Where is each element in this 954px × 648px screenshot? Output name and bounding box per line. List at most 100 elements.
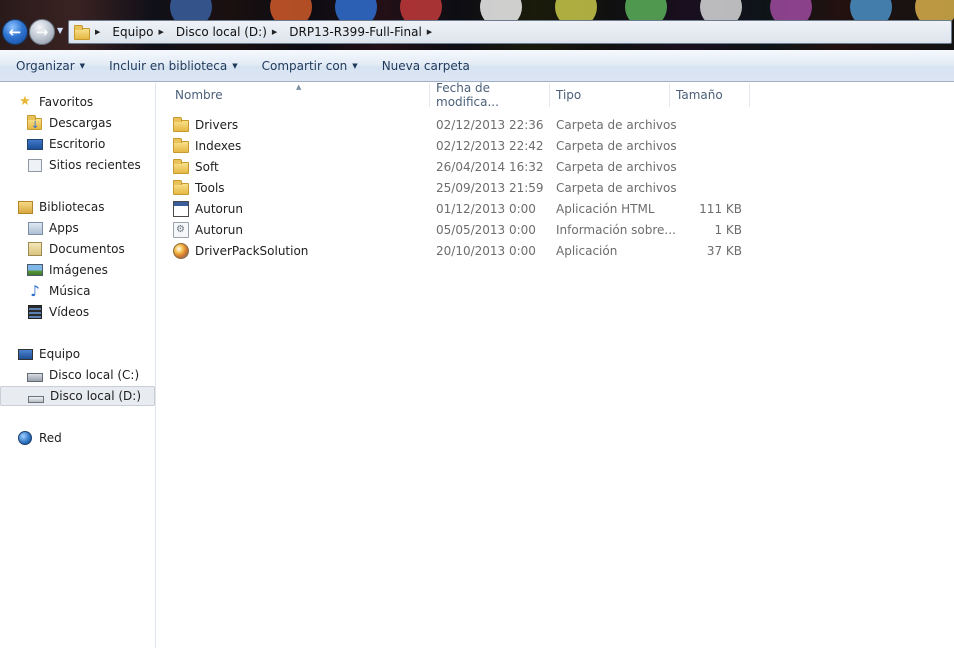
file-row-tools[interactable]: Tools 25/09/2013 21:59 Carpeta de archiv… [173, 177, 753, 198]
chevron-right-icon[interactable]: ▶ [95, 28, 100, 36]
libraries-icon [16, 199, 34, 215]
downloads-icon: ↓ [26, 115, 44, 131]
star-icon: ★ [19, 94, 31, 109]
column-header-name[interactable]: Nombre [169, 83, 430, 107]
chevron-down-icon: ▼ [232, 61, 238, 70]
chevron-right-icon[interactable]: ▶ [159, 28, 164, 36]
file-type: Carpeta de archivos [556, 180, 677, 195]
file-list: ▲ Nombre Fecha de modifica... Tipo Tamañ… [157, 81, 954, 648]
folder-icon [173, 159, 189, 174]
drive-icon [27, 388, 45, 404]
file-name: DriverPackSolution [195, 243, 309, 258]
network-icon [16, 430, 34, 446]
chevron-down-icon: ▼ [79, 61, 86, 70]
system-drive-icon [26, 367, 44, 383]
nav-network[interactable]: Red [16, 428, 62, 448]
file-row-autorun-inf[interactable]: Autorun 05/05/2013 0:00 Información sobr… [173, 219, 753, 240]
nav-item-escritorio[interactable]: Escritorio [26, 134, 105, 154]
chevron-right-icon[interactable]: ▶ [272, 28, 277, 36]
nav-computer[interactable]: Equipo [16, 344, 80, 364]
file-size [686, 177, 742, 198]
file-row-soft[interactable]: Soft 26/04/2014 16:32 Carpeta de archivo… [173, 156, 753, 177]
file-date: 05/05/2013 0:00 [436, 222, 536, 237]
nav-item-sitios-recientes[interactable]: Sitios recientes [26, 155, 141, 175]
nav-libraries-label: Bibliotecas [39, 200, 105, 214]
column-header-label: Fecha de modifica... [436, 81, 499, 109]
folder-icon [173, 117, 189, 132]
folder-icon [173, 180, 189, 195]
nav-libraries[interactable]: Bibliotecas [16, 197, 104, 217]
file-date: 01/12/2013 0:00 [436, 201, 536, 216]
include-library-button[interactable]: Incluir en biblioteca ▼ [97, 54, 250, 78]
folder-icon [73, 25, 91, 40]
nav-item-label: Disco local (D:) [50, 389, 142, 403]
file-size [686, 156, 742, 177]
back-button[interactable]: ← [2, 19, 28, 45]
file-name: Autorun [195, 222, 244, 237]
file-name: Autorun [195, 201, 244, 216]
music-icon: ♪ [30, 282, 40, 300]
address-bar[interactable]: ▶ Equipo ▶ Disco local (D:) ▶ DRP13-R399… [68, 20, 952, 44]
chevron-down-icon: ▼ [352, 61, 358, 70]
file-date: 02/12/2013 22:42 [436, 138, 544, 153]
file-row-indexes[interactable]: Indexes 02/12/2013 22:42 Carpeta de arch… [173, 135, 753, 156]
nav-item-imagenes[interactable]: Imágenes [26, 260, 108, 280]
organize-label: Organizar [16, 58, 75, 73]
column-header-label: Tipo [556, 88, 582, 102]
file-type: Carpeta de archivos [556, 117, 677, 132]
new-folder-button[interactable]: Nueva carpeta [370, 54, 482, 78]
navigation-pane: ★ Favoritos ↓ Descargas Escritorio Sitio… [0, 83, 156, 648]
nav-item-label: Descargas [49, 116, 112, 130]
documents-icon [26, 241, 44, 257]
file-row-autorun-hta[interactable]: Autorun 01/12/2013 0:00 Aplicación HTML … [173, 198, 753, 219]
desktop-icon [26, 136, 44, 152]
forward-button[interactable]: → [29, 19, 55, 45]
nav-item-documentos[interactable]: Documentos [26, 239, 125, 259]
nav-item-apps[interactable]: Apps [26, 218, 79, 238]
file-date: 25/09/2013 21:59 [436, 180, 544, 195]
organize-button[interactable]: Organizar ▼ [4, 54, 97, 78]
recent-pages-dropdown[interactable]: ▼ [57, 27, 65, 35]
nav-item-label: Imágenes [49, 263, 108, 277]
column-header-label: Tamaño [676, 88, 723, 102]
settings-file-icon [173, 221, 189, 238]
nav-item-label: Disco local (C:) [49, 368, 140, 382]
file-name: Indexes [195, 138, 242, 153]
html-file-icon [173, 200, 189, 217]
computer-icon [16, 346, 34, 362]
chevron-right-icon[interactable]: ▶ [427, 28, 432, 36]
nav-favorites-label: Favoritos [39, 95, 94, 109]
column-header-size[interactable]: Tamaño [670, 83, 750, 107]
breadcrumb-disco-d[interactable]: Disco local (D:) [171, 21, 272, 43]
column-header-date[interactable]: Fecha de modifica... [430, 81, 550, 109]
file-size: 111 KB [699, 201, 742, 216]
file-row-drivers[interactable]: Drivers 02/12/2013 22:36 Carpeta de arch… [173, 114, 753, 135]
file-size [686, 135, 742, 156]
breadcrumb-current-folder[interactable]: DRP13-R399-Full-Final [284, 21, 427, 43]
file-size [686, 114, 742, 135]
arrow-right-icon: → [35, 23, 49, 41]
window-titlebar: ← → ▼ ▶ Equipo ▶ Disco local (D:) ▶ DRP1… [0, 0, 954, 50]
recent-places-icon [26, 157, 44, 173]
nav-favorites[interactable]: ★ Favoritos [16, 92, 93, 112]
share-label: Compartir con [261, 58, 348, 73]
nav-item-videos[interactable]: Vídeos [26, 302, 89, 322]
breadcrumb-equipo[interactable]: Equipo [107, 21, 158, 43]
file-name: Drivers [195, 117, 239, 132]
nav-item-label: Apps [49, 221, 79, 235]
column-header-type[interactable]: Tipo [550, 83, 670, 107]
nav-item-disco-d[interactable]: Disco local (D:) [0, 386, 155, 406]
nav-item-disco-c[interactable]: Disco local (C:) [26, 365, 139, 385]
file-type: Aplicación HTML [556, 201, 655, 216]
include-library-label: Incluir en biblioteca [109, 58, 228, 73]
file-size: 37 KB [706, 243, 742, 258]
nav-item-musica[interactable]: ♪ Música [26, 281, 91, 301]
file-type: Carpeta de archivos [556, 159, 677, 174]
share-button[interactable]: Compartir con ▼ [250, 54, 370, 78]
nav-item-descargas[interactable]: ↓ Descargas [26, 113, 112, 133]
nav-item-label: Música [49, 284, 91, 298]
column-header-label: Nombre [175, 88, 223, 102]
file-row-driverpacksolution[interactable]: DriverPackSolution 20/10/2013 0:00 Aplic… [173, 240, 753, 261]
command-bar: Organizar ▼ Incluir en biblioteca ▼ Comp… [0, 50, 954, 82]
file-date: 20/10/2013 0:00 [436, 243, 536, 258]
